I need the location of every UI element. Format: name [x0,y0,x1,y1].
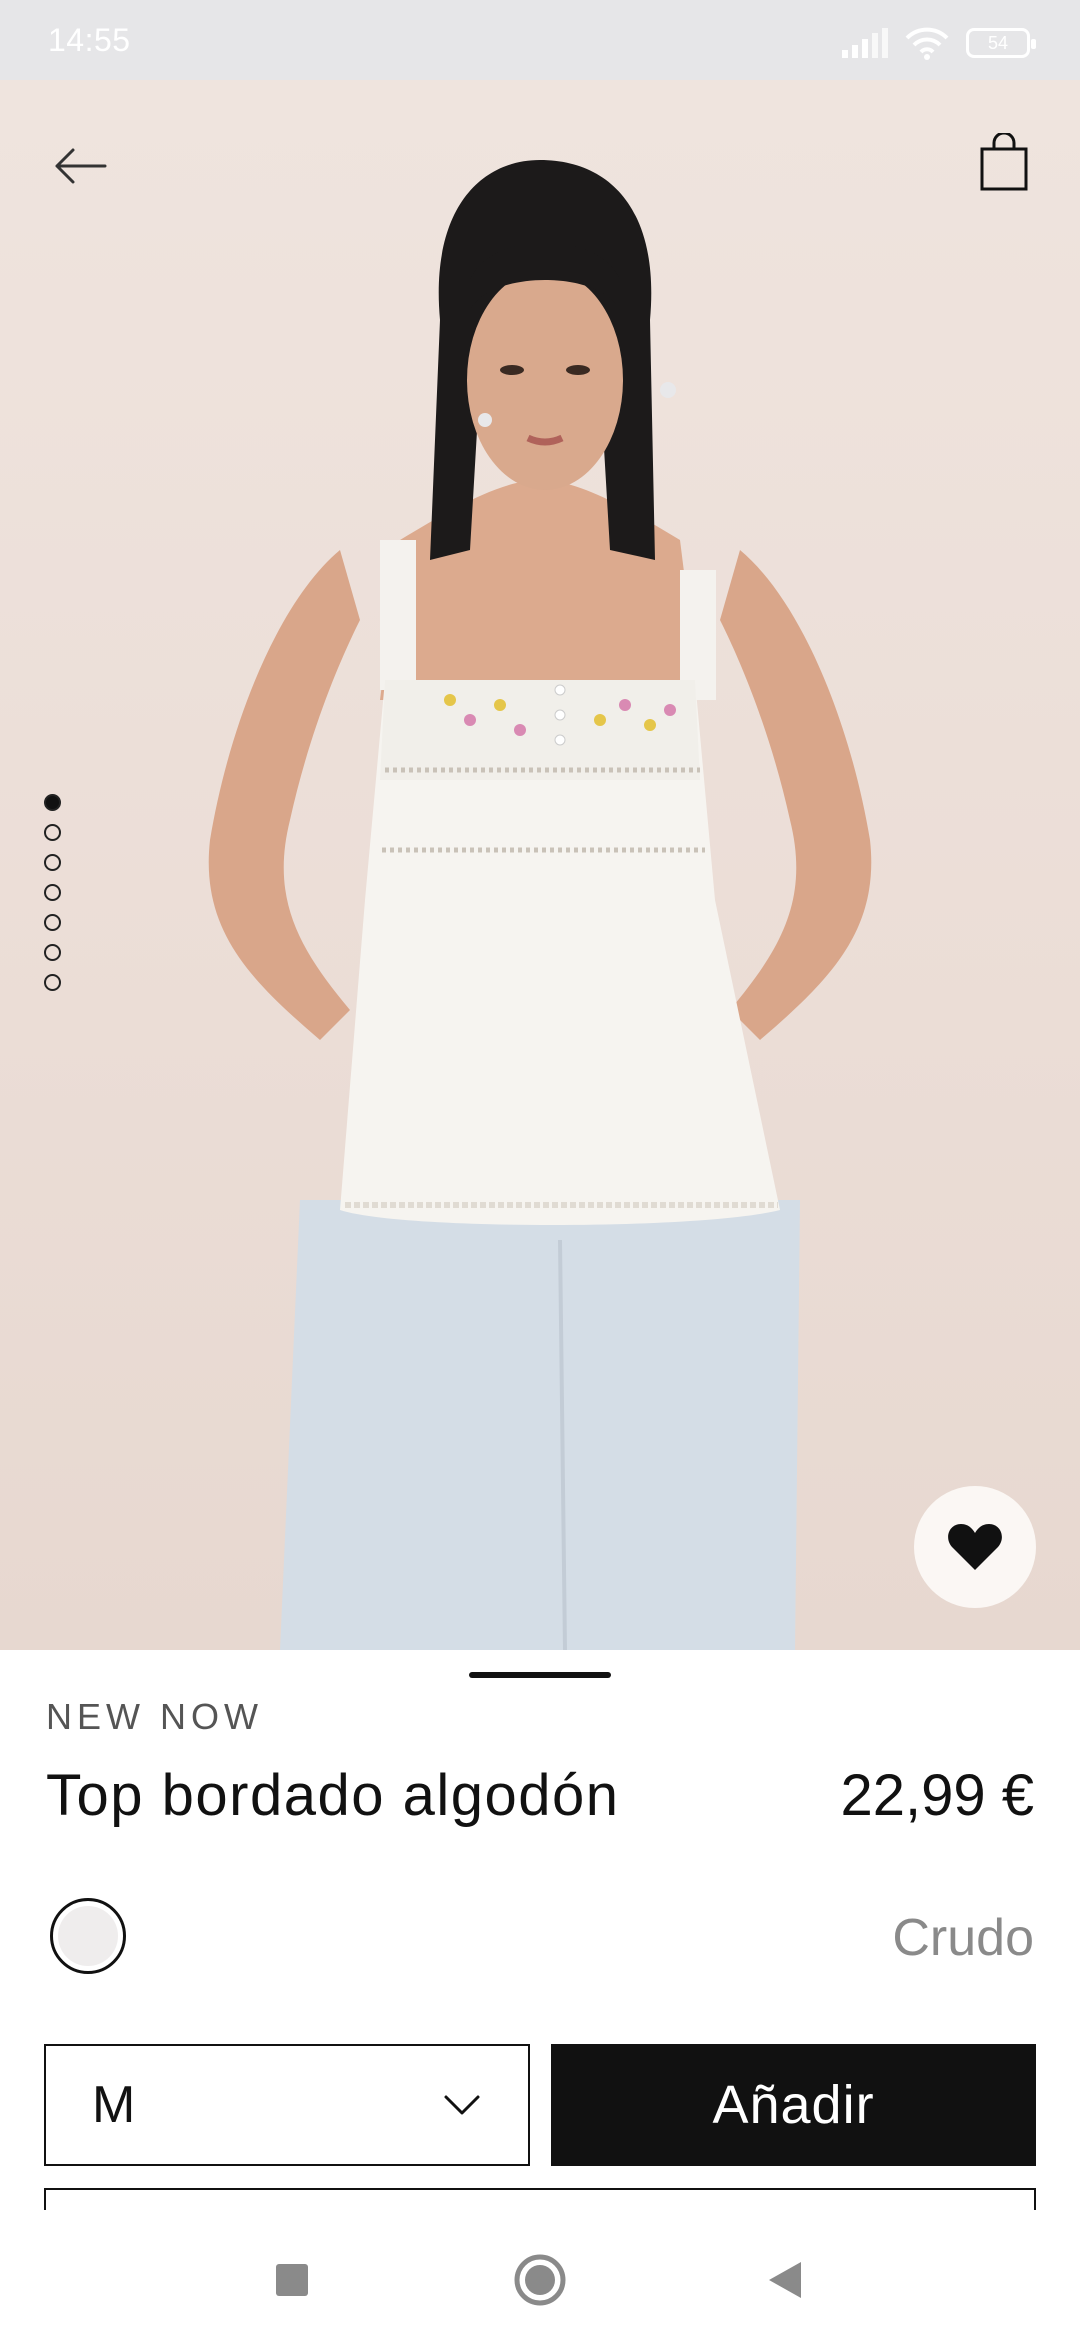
size-dropdown[interactable]: M [44,2044,530,2166]
color-swatch-fill [58,1906,118,1966]
nav-recents-button[interactable] [262,2250,322,2310]
pager-dot[interactable] [44,944,61,961]
product-info-sheet: NEW NOW Top bordado algodón 22,99 € Crud… [0,1650,1080,2218]
square-icon [276,2264,308,2296]
status-time: 14:55 [48,22,131,58]
model-photo [208,160,872,1650]
favorite-button[interactable] [914,1486,1036,1608]
circle-icon [514,2254,566,2306]
triangle-back-icon [769,2262,801,2298]
product-title: Top bordado algodón [46,1763,620,1828]
battery-level: 54 [987,32,1009,53]
add-to-cart-button[interactable]: Añadir [551,2044,1036,2166]
arrow-left-icon [55,148,107,184]
color-swatch[interactable] [50,1898,126,1974]
image-pager [44,794,61,991]
shopping-bag-button[interactable] [964,122,1044,202]
color-name: Crudo [892,1909,1034,1967]
wifi-icon [905,27,949,60]
status-icons: 54 [842,26,1036,60]
pager-dot-active[interactable] [44,794,61,811]
status-bar: 14:55 54 [0,0,1080,80]
pager-dot[interactable] [44,824,61,841]
product-image[interactable] [0,80,1080,1650]
collection-label: NEW NOW [46,1696,263,1737]
pager-dot[interactable] [44,854,61,871]
size-value: M [92,2076,136,2134]
product-price: 22,99 € [840,1763,1034,1828]
pager-dot[interactable] [44,914,61,931]
nav-home-button[interactable] [510,2250,570,2310]
heart-icon [948,1524,1002,1570]
shopping-bag-icon [980,133,1028,191]
system-nav-bar [0,2210,1080,2340]
pager-dot[interactable] [44,884,61,901]
chevron-down-icon [444,2095,480,2115]
battery-icon: 54 [966,28,1036,58]
sheet-handle[interactable] [469,1672,611,1678]
back-button[interactable] [40,126,120,206]
signal-icon [842,28,888,58]
pager-dot[interactable] [44,974,61,991]
nav-back-button[interactable] [755,2250,815,2310]
